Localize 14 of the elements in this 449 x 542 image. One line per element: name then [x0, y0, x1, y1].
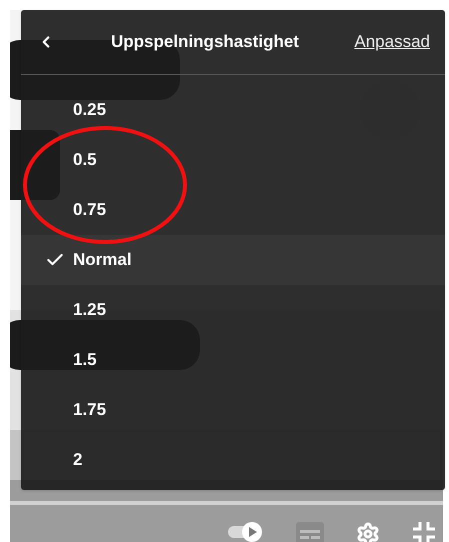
- speed-option[interactable]: 1.5: [21, 335, 445, 385]
- speed-option[interactable]: 2: [21, 435, 445, 485]
- custom-link[interactable]: Anpassad: [354, 29, 430, 55]
- speed-option[interactable]: 1.25: [21, 285, 445, 335]
- autoplay-toggle-icon[interactable]: [228, 522, 264, 542]
- speed-option[interactable]: Normal: [21, 235, 445, 285]
- speed-option[interactable]: 0.5: [21, 135, 445, 185]
- speed-option[interactable]: 0.25: [21, 85, 445, 135]
- settings-icon[interactable]: [356, 522, 380, 542]
- subtitles-icon[interactable]: [296, 522, 324, 542]
- speed-option[interactable]: 0.75: [21, 185, 445, 235]
- speed-option[interactable]: 1.75: [21, 385, 445, 435]
- menu-title: Uppspelningshastighet: [111, 31, 299, 54]
- exit-fullscreen-icon[interactable]: [412, 522, 436, 542]
